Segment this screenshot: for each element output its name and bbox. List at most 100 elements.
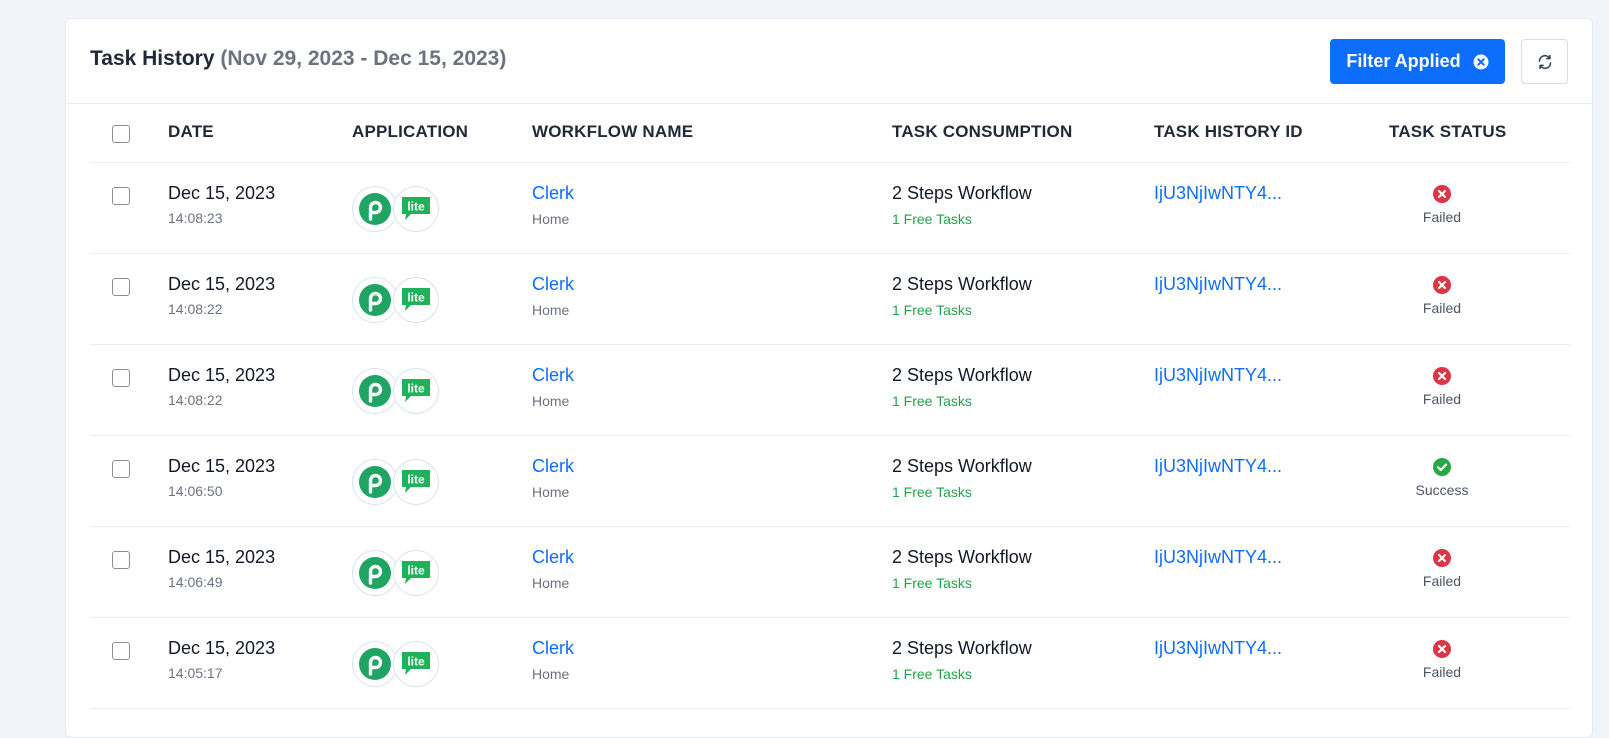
status-label: Failed — [1422, 209, 1462, 225]
failed-x-icon — [1433, 367, 1451, 385]
task-history-table: DATE APPLICATION WORKFLOW NAME TASK CONS… — [90, 103, 1570, 709]
table-row[interactable]: Dec 15, 2023 14:06:49 lite Clerk Home 2 … — [90, 527, 1570, 618]
pabbly-app-icon — [352, 368, 398, 414]
svg-text:lite: lite — [407, 564, 425, 578]
pabbly-p-icon — [359, 466, 391, 498]
free-tasks: 1 Free Tasks — [892, 393, 972, 409]
column-header-workflow-name[interactable]: WORKFLOW NAME — [532, 122, 693, 142]
page-title: Task History (Nov 29, 2023 - Dec 15, 202… — [90, 47, 506, 71]
select-all-checkbox[interactable] — [112, 125, 130, 143]
failed-x-icon — [1433, 549, 1451, 567]
success-check-icon — [1433, 458, 1451, 476]
task-status: Failed — [1400, 185, 1484, 225]
workflow-folder: Home — [532, 484, 570, 500]
task-status: Failed — [1400, 276, 1484, 316]
column-header-application[interactable]: APPLICATION — [352, 122, 468, 142]
task-history-id-link[interactable]: IjU3NjIwNTY4... — [1154, 456, 1282, 477]
task-consumption: 2 Steps Workflow — [892, 638, 1032, 658]
task-status: Success — [1400, 458, 1484, 498]
lite-app-icon: lite — [393, 459, 439, 505]
card-header: Task History (Nov 29, 2023 - Dec 15, 202… — [66, 19, 1592, 104]
pabbly-p-icon — [359, 375, 391, 407]
workflow-folder: Home — [532, 302, 570, 318]
row-checkbox[interactable] — [112, 551, 130, 569]
column-header-task-history-id[interactable]: TASK HISTORY ID — [1154, 122, 1303, 142]
workflow-name-link[interactable]: Clerk — [532, 183, 574, 204]
lite-app-icon: lite — [393, 368, 439, 414]
task-consumption: 2 Steps Workflow — [892, 456, 1032, 476]
table-row[interactable]: Dec 15, 2023 14:05:17 lite Clerk Home 2 … — [90, 618, 1570, 709]
pabbly-app-icon — [352, 641, 398, 687]
task-status: Failed — [1400, 549, 1484, 589]
task-history-id-link[interactable]: IjU3NjIwNTY4... — [1154, 183, 1282, 204]
free-tasks: 1 Free Tasks — [892, 484, 972, 500]
lite-app-icon: lite — [393, 277, 439, 323]
status-label: Failed — [1422, 573, 1462, 589]
lite-chat-icon: lite — [402, 379, 430, 402]
task-consumption: 2 Steps Workflow — [892, 547, 1032, 567]
workflow-name-link[interactable]: Clerk — [532, 547, 574, 568]
failed-x-icon — [1433, 276, 1451, 294]
row-checkbox[interactable] — [112, 460, 130, 478]
lite-chat-icon: lite — [402, 561, 430, 584]
table-row[interactable]: Dec 15, 2023 14:06:50 lite Clerk Home 2 … — [90, 436, 1570, 527]
svg-text:lite: lite — [407, 473, 425, 487]
refresh-button[interactable] — [1521, 39, 1568, 84]
filter-button-label: Filter Applied — [1346, 51, 1461, 71]
refresh-icon — [1538, 54, 1551, 69]
failed-x-icon — [1433, 640, 1451, 658]
task-history-id-link[interactable]: IjU3NjIwNTY4... — [1154, 274, 1282, 295]
row-checkbox[interactable] — [112, 187, 130, 205]
task-date: Dec 15, 2023 — [168, 547, 276, 567]
workflow-name-link[interactable]: Clerk — [532, 365, 574, 386]
workflow-name-link[interactable]: Clerk — [532, 638, 574, 659]
workflow-folder: Home — [532, 393, 570, 409]
lite-chat-icon: lite — [402, 652, 430, 675]
pabbly-app-icon — [352, 550, 398, 596]
workflow-name-link[interactable]: Clerk — [532, 456, 574, 477]
workflow-name-link[interactable]: Clerk — [532, 274, 574, 295]
svg-text:lite: lite — [407, 382, 425, 396]
pabbly-p-icon — [359, 557, 391, 589]
failed-x-icon — [1433, 185, 1451, 203]
clear-filter-icon[interactable] — [1473, 54, 1489, 70]
table-row[interactable]: Dec 15, 2023 14:08:23 lite Clerk Home 2 … — [90, 163, 1570, 254]
status-label: Failed — [1422, 391, 1462, 407]
task-status: Failed — [1400, 640, 1484, 680]
task-time: 14:05:17 — [168, 665, 223, 681]
svg-text:lite: lite — [407, 200, 425, 214]
pabbly-p-icon — [359, 284, 391, 316]
pabbly-app-icon — [352, 186, 398, 232]
lite-chat-icon: lite — [402, 197, 430, 220]
task-date: Dec 15, 2023 — [168, 183, 276, 203]
free-tasks: 1 Free Tasks — [892, 302, 972, 318]
task-status: Failed — [1400, 367, 1484, 407]
status-label: Failed — [1422, 300, 1462, 316]
column-header-task-consumption[interactable]: TASK CONSUMPTION — [892, 122, 1072, 142]
row-checkbox[interactable] — [112, 278, 130, 296]
task-date: Dec 15, 2023 — [168, 274, 276, 294]
task-history-id-link[interactable]: IjU3NjIwNTY4... — [1154, 365, 1282, 386]
task-consumption: 2 Steps Workflow — [892, 274, 1032, 294]
application-icons: lite — [352, 277, 444, 325]
task-consumption: 2 Steps Workflow — [892, 365, 1032, 385]
task-time: 14:06:50 — [168, 483, 223, 499]
task-date: Dec 15, 2023 — [168, 638, 276, 658]
pabbly-p-icon — [359, 193, 391, 225]
task-history-card: Task History (Nov 29, 2023 - Dec 15, 202… — [65, 18, 1593, 738]
row-checkbox[interactable] — [112, 642, 130, 660]
task-time: 14:08:22 — [168, 392, 223, 408]
lite-chat-icon: lite — [402, 470, 430, 493]
column-header-date[interactable]: DATE — [168, 122, 214, 142]
row-checkbox[interactable] — [112, 369, 130, 387]
lite-app-icon: lite — [393, 186, 439, 232]
table-row[interactable]: Dec 15, 2023 14:08:22 lite Clerk Home 2 … — [90, 254, 1570, 345]
filter-applied-button[interactable]: Filter Applied — [1330, 39, 1505, 84]
table-row[interactable]: Dec 15, 2023 14:08:22 lite Clerk Home 2 … — [90, 345, 1570, 436]
page-title-text: Task History — [90, 47, 215, 70]
lite-app-icon: lite — [393, 550, 439, 596]
column-header-task-status[interactable]: TASK STATUS — [1389, 122, 1506, 142]
task-date: Dec 15, 2023 — [168, 456, 276, 476]
task-history-id-link[interactable]: IjU3NjIwNTY4... — [1154, 638, 1282, 659]
task-history-id-link[interactable]: IjU3NjIwNTY4... — [1154, 547, 1282, 568]
